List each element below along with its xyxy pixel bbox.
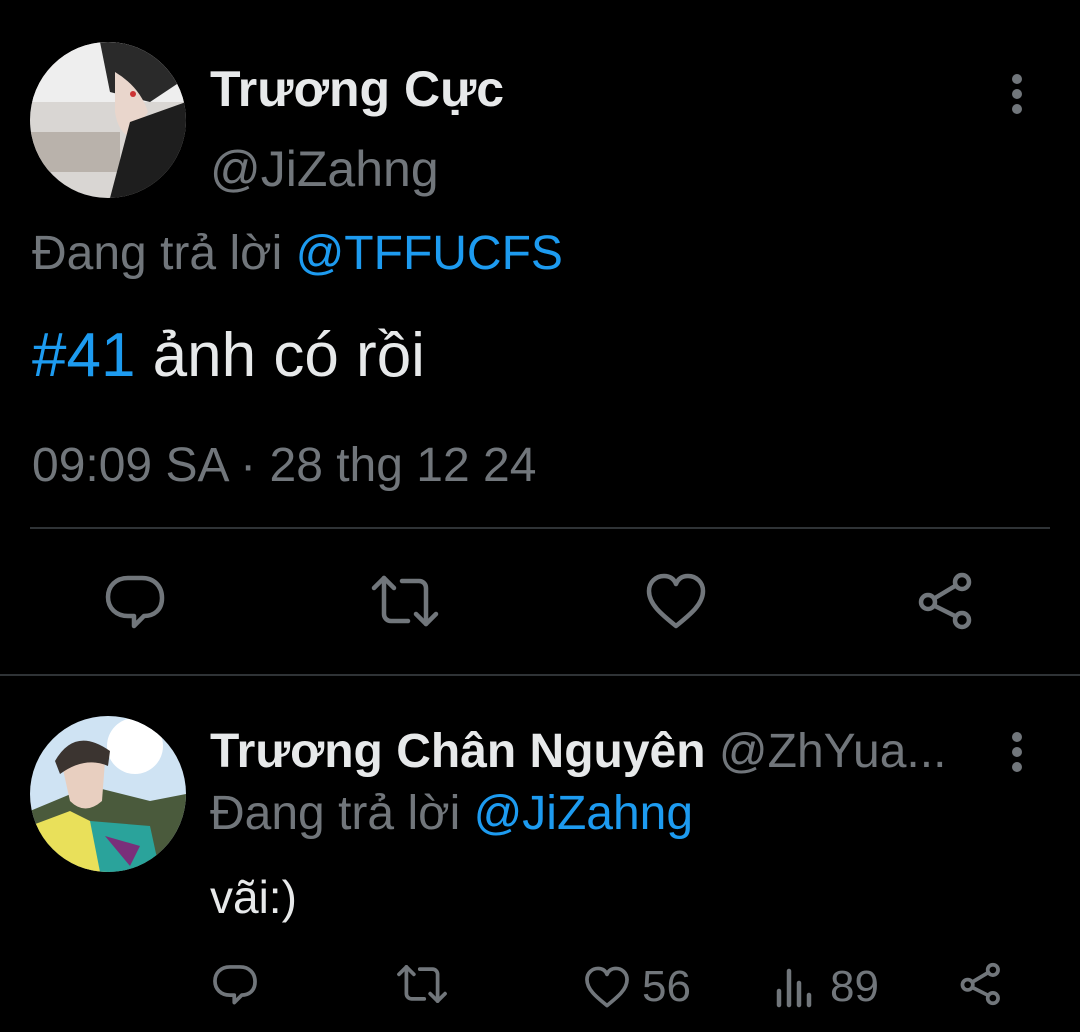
heart-icon [584, 965, 630, 1009]
author-handle[interactable]: @JiZahng [210, 140, 439, 198]
heart-icon[interactable] [645, 572, 707, 630]
author-avatar[interactable] [30, 42, 186, 198]
replying-to-link[interactable]: @JiZahng [474, 787, 694, 840]
views-icon [774, 965, 818, 1009]
replying-prefix: Đang trả lời [210, 787, 474, 840]
author-name[interactable]: Trương Cực [210, 60, 504, 118]
tweet-text: #41 ảnh có rồi [32, 320, 425, 391]
hashtag-link[interactable]: #41 [32, 321, 135, 390]
reply-icon[interactable] [212, 962, 258, 1006]
replying-to: Đang trả lời @TFFUCFS [32, 226, 563, 281]
tweet-body: ảnh có rồi [135, 321, 425, 390]
reply-author-handle[interactable]: @ZhYua... [719, 725, 947, 778]
more-vertical-icon[interactable] [1000, 72, 1034, 116]
views-button[interactable]: 89 [774, 962, 879, 1012]
divider [0, 674, 1080, 676]
divider [30, 527, 1050, 529]
more-vertical-icon[interactable] [1000, 730, 1034, 774]
reply-replying-to: Đang trả lời @JiZahng [210, 786, 693, 841]
replying-to-link[interactable]: @TFFUCFS [296, 227, 563, 280]
replying-prefix: Đang trả lời [32, 227, 296, 280]
reply-author-name[interactable]: Trương Chân Nguyên [210, 725, 706, 778]
reply-tweet-text: vãi:) [210, 871, 297, 923]
retweet-icon[interactable] [396, 962, 448, 1006]
like-count: 56 [642, 962, 691, 1011]
tweet-timestamp[interactable]: 09:09 SA · 28 thg 12 24 [32, 438, 536, 493]
reply-author-avatar[interactable] [30, 716, 186, 872]
reply-author-line: Trương Chân Nguyên @ZhYua... [210, 724, 946, 779]
share-icon[interactable] [958, 962, 1004, 1006]
share-icon[interactable] [915, 572, 977, 630]
like-button[interactable]: 56 [584, 962, 691, 1012]
reply-icon[interactable] [104, 572, 166, 630]
view-count: 89 [830, 962, 879, 1011]
retweet-icon[interactable] [370, 572, 440, 630]
